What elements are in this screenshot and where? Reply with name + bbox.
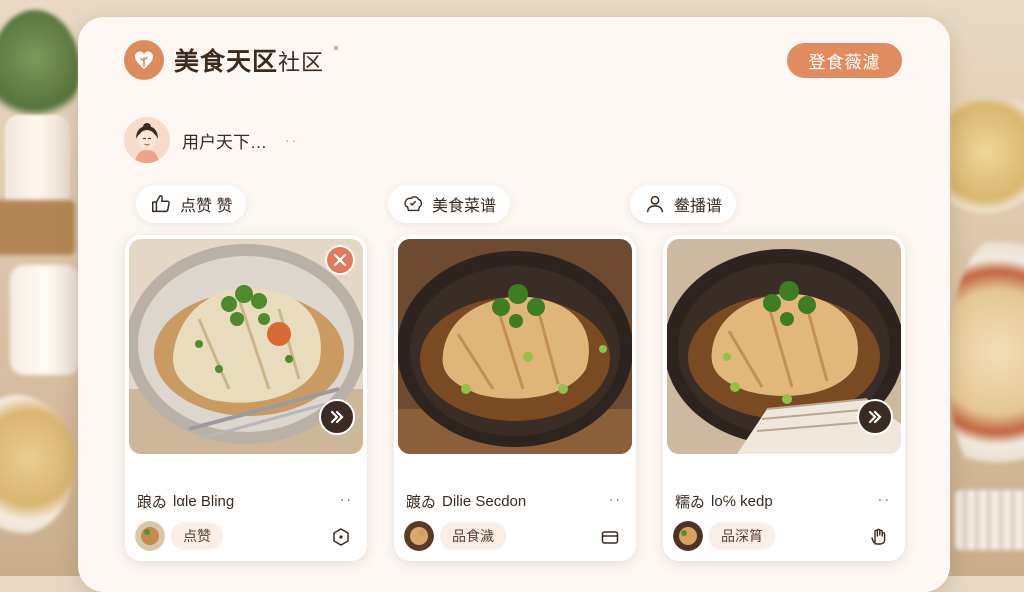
card-title: lo℅ kedp xyxy=(711,493,773,510)
chip-broadcast-label: 鲞播谱 xyxy=(674,198,723,215)
hand-icon[interactable] xyxy=(869,527,889,552)
user-row[interactable]: 用户天下… ·· xyxy=(124,117,298,163)
card-meta: 踱ゐ Dilie Secdon xyxy=(406,491,526,512)
heart-leaf-icon xyxy=(124,40,164,80)
user-icon xyxy=(646,195,664,213)
card-footer: 品食濊 xyxy=(404,521,506,551)
background-plant xyxy=(0,10,80,130)
card-more-icon[interactable]: ·· xyxy=(340,491,353,507)
background-plate xyxy=(948,235,1024,495)
double-chevron-right-icon xyxy=(330,410,344,424)
main-panel: 美食天区社区 登食薇濾 用户天下… ·· 点赞 赞 美食菜谱 鲞播谱 踉ゐ lα… xyxy=(78,17,950,592)
shield-icon[interactable] xyxy=(331,527,351,552)
card-footer: 品深筲 xyxy=(673,521,775,551)
logo-dot-icon xyxy=(334,46,339,50)
double-chevron-right-icon xyxy=(868,410,882,424)
close-icon xyxy=(333,253,347,267)
card-meta-prefix: 踱ゐ xyxy=(406,494,437,511)
card-tag[interactable]: 点赞 xyxy=(171,522,223,550)
food-card-3[interactable]: 糯ゐ lo℅ kedp ·· 品深筲 xyxy=(663,235,905,561)
thumbs-up-icon xyxy=(152,195,170,213)
user-more-icon[interactable]: ·· xyxy=(285,132,298,148)
app-title: 美食天区社区 xyxy=(174,48,325,76)
author-thumbnail[interactable] xyxy=(135,521,165,551)
chip-recipe[interactable]: 美食菜谱 xyxy=(388,185,511,223)
chip-recipe-label: 美食菜谱 xyxy=(432,198,497,215)
chip-like-label: 点赞 赞 xyxy=(180,198,233,215)
card-meta: 踉ゐ lαle Bling xyxy=(137,491,234,512)
recipe-icon xyxy=(404,196,423,212)
login-button[interactable]: 登食薇濾 xyxy=(787,43,902,78)
next-button[interactable] xyxy=(857,399,893,435)
avatar[interactable] xyxy=(124,117,170,163)
background-tray xyxy=(0,200,75,255)
author-thumbnail[interactable] xyxy=(673,521,703,551)
card-meta-prefix: 糯ゐ xyxy=(675,494,706,511)
username: 用户天下… xyxy=(182,132,267,152)
background-cloth xyxy=(955,490,1024,550)
card-title: Dilie Secdon xyxy=(442,493,527,510)
card-tag[interactable]: 品深筲 xyxy=(709,522,775,550)
card-footer: 点赞 xyxy=(135,521,223,551)
wallet-icon[interactable] xyxy=(600,527,620,552)
food-card-1[interactable]: 踉ゐ lαle Bling ·· 点赞 xyxy=(125,235,367,561)
food-card-2[interactable]: 踱ゐ Dilie Secdon ·· 品食濊 xyxy=(394,235,636,561)
chip-broadcast[interactable]: 鲞播谱 xyxy=(630,185,737,223)
card-title: lαle Bling xyxy=(173,493,235,510)
close-button[interactable] xyxy=(325,245,355,275)
card-meta-prefix: 踉ゐ xyxy=(137,494,168,511)
food-photo[interactable] xyxy=(398,239,632,454)
chip-like[interactable]: 点赞 赞 xyxy=(136,185,247,223)
card-more-icon[interactable]: ·· xyxy=(878,491,891,507)
background-cup xyxy=(10,265,80,375)
app-logo[interactable]: 美食天区社区 xyxy=(124,40,339,80)
card-tag[interactable]: 品食濊 xyxy=(440,522,506,550)
card-more-icon[interactable]: ·· xyxy=(609,491,622,507)
card-meta: 糯ゐ lo℅ kedp xyxy=(675,491,773,512)
background-bowl-right xyxy=(950,100,1024,230)
background-bowl xyxy=(0,395,75,535)
next-button[interactable] xyxy=(319,399,355,435)
author-thumbnail[interactable] xyxy=(404,521,434,551)
